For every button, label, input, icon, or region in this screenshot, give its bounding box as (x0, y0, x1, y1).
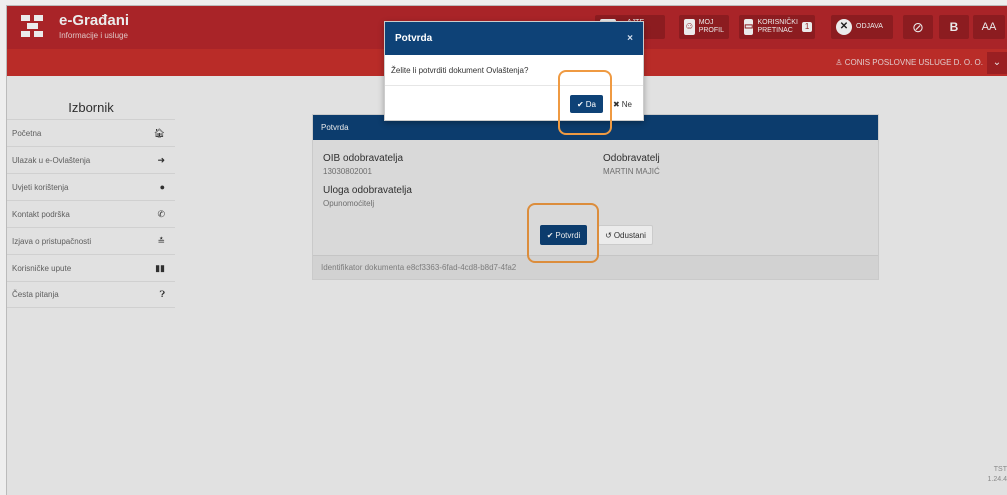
env-label: TST (993, 466, 1007, 473)
close-icon[interactable]: × (627, 33, 633, 44)
highlight-yes (558, 70, 612, 135)
no-label: Ne (621, 99, 632, 109)
x-icon: ✖ (613, 99, 620, 109)
dialog-title: Potvrda (395, 33, 433, 44)
app-window: e-Građani Informacije i usluge ▤ …AJTE…E… (6, 5, 1007, 495)
dialog-header: Potvrda × (385, 22, 643, 55)
version-label: 1.24.4 (987, 476, 1007, 483)
